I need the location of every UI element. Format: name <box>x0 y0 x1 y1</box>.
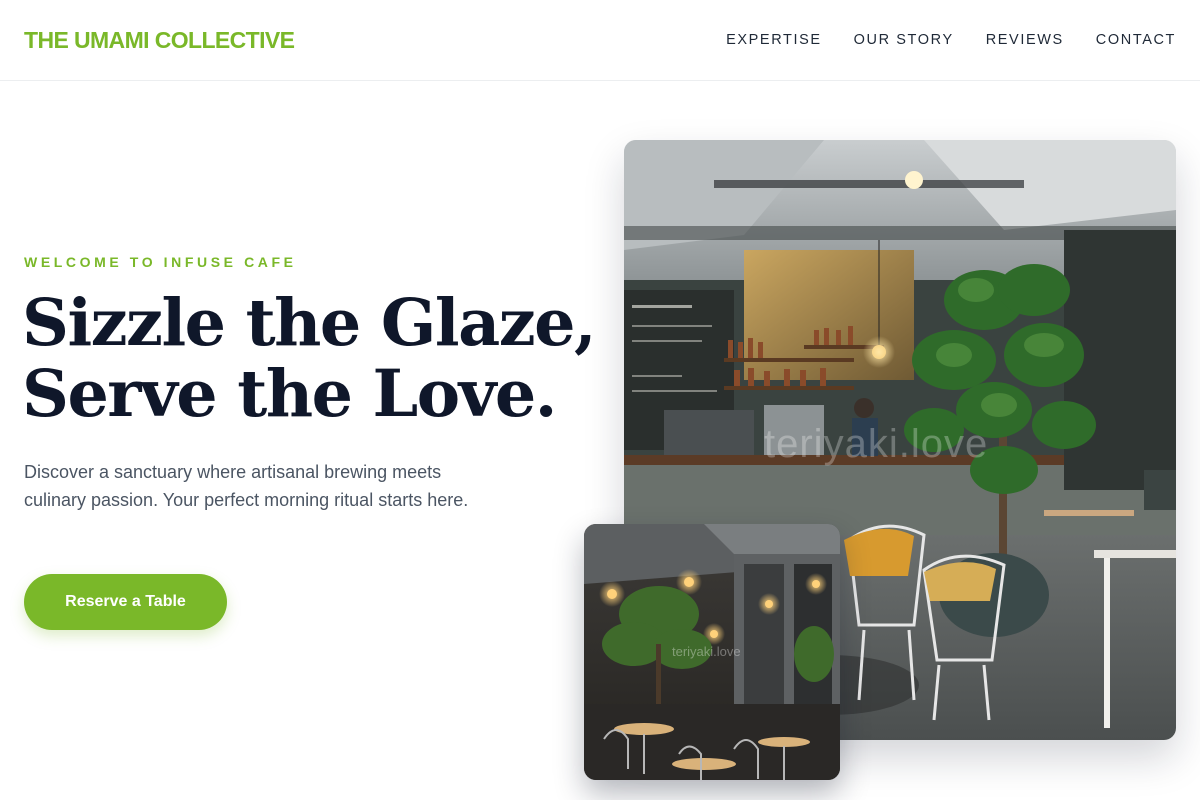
cafe-terrace-photo: teriyaki.love <box>584 524 840 780</box>
cafe-terrace-illustration <box>584 524 840 780</box>
nav-reviews[interactable]: REVIEWS <box>986 32 1064 48</box>
headline-line-1: Sizzle the Glaze, <box>22 285 597 361</box>
nav-contact[interactable]: CONTACT <box>1096 32 1176 48</box>
hero-description: Discover a sanctuary where artisanal bre… <box>24 462 469 510</box>
headline-line-2: Serve the Love. <box>22 356 557 432</box>
nav-our-story[interactable]: OUR STORY <box>854 32 954 48</box>
hero-eyebrow: WELCOME TO INFUSE CAFE <box>24 254 297 270</box>
brand-logo[interactable]: THE UMAMI COLLECTIVE <box>24 27 295 54</box>
site-header: THE UMAMI COLLECTIVE EXPERTISE OUR STORY… <box>0 0 1200 81</box>
nav-expertise[interactable]: EXPERTISE <box>726 32 822 48</box>
main-nav: EXPERTISE OUR STORY REVIEWS CONTACT <box>726 32 1176 48</box>
reserve-table-button[interactable]: Reserve a Table <box>24 574 227 630</box>
hero-headline: Sizzle the Glaze, Serve the Love. <box>22 285 597 432</box>
